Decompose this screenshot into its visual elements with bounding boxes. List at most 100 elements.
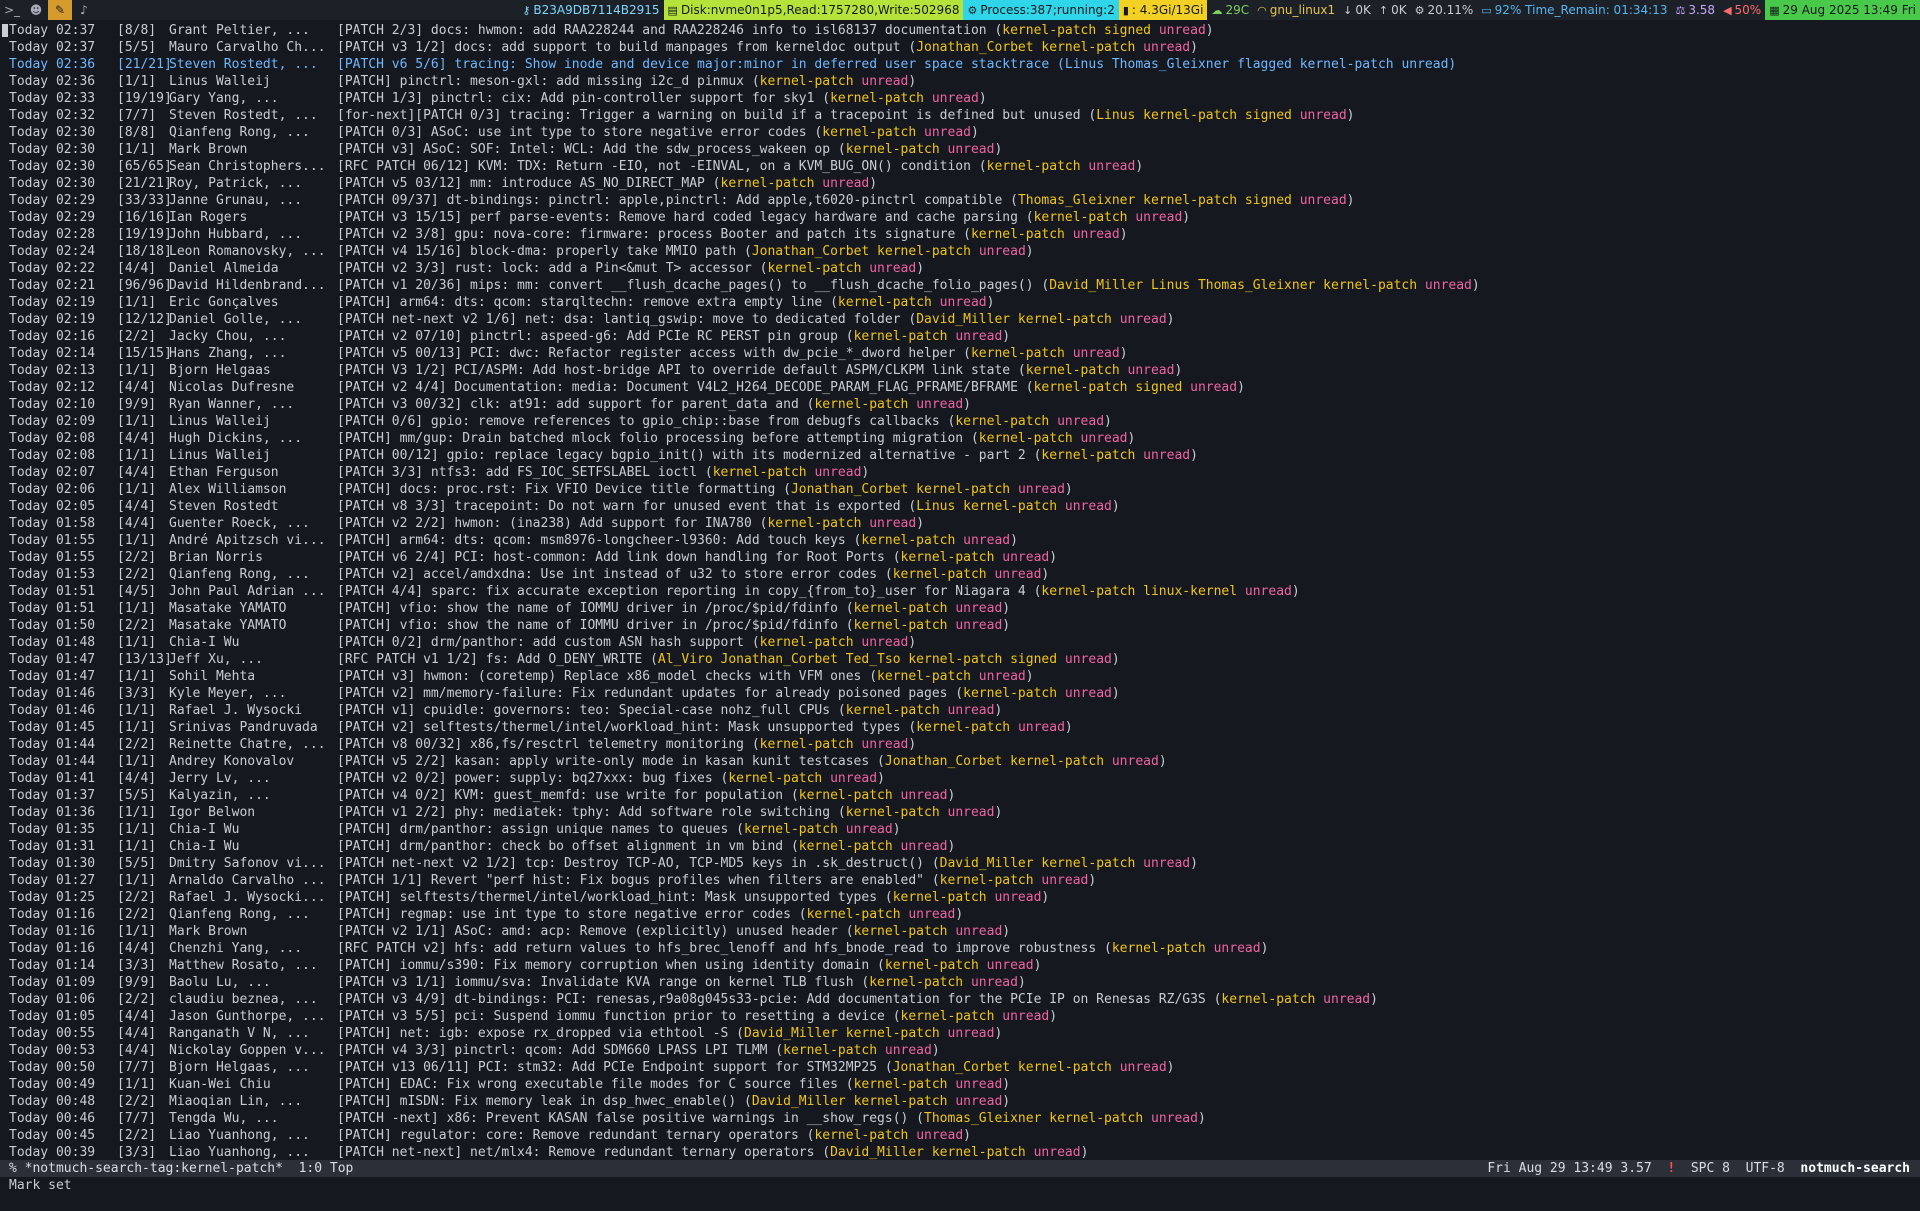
- thread-row[interactable]: Today 02:29 [16/16] Ian Rogers [PATCH v3 15…: [0, 209, 1920, 226]
- thread-row[interactable]: Today 01:58 [4/4] Guenter Roeck, ... [PATCH…: [0, 515, 1920, 532]
- thread-row[interactable]: Today 02:09 [1/1] Linus Walleij [PATCH 0/6]…: [0, 413, 1920, 430]
- thread-row[interactable]: Today 02:37 [5/5] Mauro Carvalho Ch... [PAT…: [0, 39, 1920, 56]
- thread-row[interactable]: Today 01:16 [4/4] Chenzhi Yang, ... [RFC PA…: [0, 940, 1920, 957]
- thread-authors: Bjorn Helgaas: [169, 363, 271, 378]
- thread-row[interactable]: Today 00:53 [4/4] Nickolay Goppen v... [PAT…: [0, 1042, 1920, 1059]
- workspace-1[interactable]: >_: [0, 0, 24, 20]
- thread-row[interactable]: Today 02:07 [4/4] Ethan Ferguson [PATCH 3/3…: [0, 464, 1920, 481]
- thread-row[interactable]: Today 02:32 [7/7] Steven Rostedt, ... [for-…: [0, 107, 1920, 124]
- thread-row[interactable]: Today 02:08 [4/4] Hugh Dickins, ... [PATCH]…: [0, 430, 1920, 447]
- thread-row[interactable]: Today 00:46 [7/7] Tengda Wu, ... [PATCH -ne…: [0, 1110, 1920, 1127]
- thread-count: [21/21]: [117, 176, 172, 191]
- thread-row[interactable]: Today 01:51 [4/5] John Paul Adrian ... [PAT…: [0, 583, 1920, 600]
- thread-row[interactable]: Today 01:53 [2/2] Qianfeng Rong, ... [PATCH…: [0, 566, 1920, 583]
- cursor-position: 1:0 Top: [298, 1161, 354, 1176]
- thread-row[interactable]: Today 01:36 [1/1] Igor Belwon [PATCH v1 2/2…: [0, 804, 1920, 821]
- thread-row[interactable]: Today 01:35 [1/1] Chia-I Wu [PATCH] drm/pan…: [0, 821, 1920, 838]
- thread-row[interactable]: Today 02:08 [1/1] Linus Walleij [PATCH 00/1…: [0, 447, 1920, 464]
- memory-icon: ▮: [1122, 3, 1129, 17]
- thread-row[interactable]: Today 01:27 [1/1] Arnaldo Carvalho ... [PAT…: [0, 872, 1920, 889]
- thread-row[interactable]: Today 02:37 [8/8] Grant Peltier, ... [PATCH…: [0, 22, 1920, 39]
- thread-row[interactable]: Today 02:05 [4/4] Steven Rostedt [PATCH v8 …: [0, 498, 1920, 515]
- thread-row[interactable]: Today 00:48 [2/2] Miaoqian Lin, ... [PATCH]…: [0, 1093, 1920, 1110]
- thread-row[interactable]: Today 01:41 [4/4] Jerry Lv, ... [PATCH v2 0…: [0, 770, 1920, 787]
- thread-authors: Nicolas Dufresne: [169, 380, 295, 395]
- thread-row[interactable]: Today 02:29 [33/33] Janne Grunau, ... [PATC…: [0, 192, 1920, 209]
- thread-date: Today 01:30: [9, 856, 96, 871]
- thread-row[interactable]: Today 02:36 [1/1] Linus Walleij [PATCH] pin…: [0, 73, 1920, 90]
- thread-subject: [PATCH] regmap: use int type to store ne…: [337, 907, 791, 922]
- thread-row[interactable]: Today 01:05 [4/4] Jason Gunthorpe, ... [PAT…: [0, 1008, 1920, 1025]
- thread-row[interactable]: Today 01:44 [1/1] Andrey Konovalov [PATCH v…: [0, 753, 1920, 770]
- thread-tags: kernel-patch: [728, 771, 823, 786]
- thread-row[interactable]: Today 01:06 [2/2] claudiu beznea, ... [PATC…: [0, 991, 1920, 1008]
- thread-subject: [PATCH] regulator: core: Remove redundan…: [337, 1128, 799, 1143]
- thread-tags: kernel-patch: [759, 635, 854, 650]
- thread-row[interactable]: Today 01:48 [1/1] Chia-I Wu [PATCH 0/2] drm…: [0, 634, 1920, 651]
- thread-row[interactable]: Today 02:28 [19/19] John Hubbard, ... [PATC…: [0, 226, 1920, 243]
- unread-tag: unread: [830, 771, 878, 786]
- thread-row[interactable]: Today 00:45 [2/2] Liao Yuanhong, ... [PATCH…: [0, 1127, 1920, 1144]
- thread-row[interactable]: Today 02:19 [1/1] Eric Gonçalves [PATCH] ar…: [0, 294, 1920, 311]
- thread-row[interactable]: Today 02:19 [12/12] Daniel Golle, ... [PATC…: [0, 311, 1920, 328]
- thread-row[interactable]: Today 02:30 [1/1] Mark Brown [PATCH v3] ASo…: [0, 141, 1920, 158]
- thread-row[interactable]: Today 02:13 [1/1] Bjorn Helgaas [PATCH V3 1…: [0, 362, 1920, 379]
- thread-row[interactable]: Today 00:39 [3/3] Liao Yuanhong, ... [PATCH…: [0, 1144, 1920, 1161]
- thread-row[interactable]: Today 01:51 [1/1] Masatake YAMATO [PATCH] v…: [0, 600, 1920, 617]
- thread-row[interactable]: Today 01:09 [9/9] Baolu Lu, ... [PATCH v3 1…: [0, 974, 1920, 991]
- major-mode: notmuch-search: [1800, 1161, 1910, 1176]
- thread-row[interactable]: Today 02:16 [2/2] Jacky Chou, ... [PATCH v2…: [0, 328, 1920, 345]
- thread-row[interactable]: Today 00:50 [7/7] Bjorn Helgaas, ... [PATCH…: [0, 1059, 1920, 1076]
- thread-date: Today 01:44: [9, 737, 96, 752]
- thread-date: Today 01:35: [9, 822, 96, 837]
- thread-row[interactable]: Today 01:47 [13/13] Jeff Xu, ... [RFC PATCH…: [0, 651, 1920, 668]
- unread-tag: unread: [947, 703, 995, 718]
- thread-tags: kernel-patch: [986, 159, 1081, 174]
- thread-tags: kernel-patch: [744, 822, 838, 837]
- thread-row[interactable]: Today 02:24 [18/18] Leon Romanovsky, ... [P…: [0, 243, 1920, 260]
- datetime-indicator[interactable]: ▦ 29 Aug 2025 13:49 Fri: [1765, 0, 1920, 20]
- thread-row[interactable]: Today 02:06 [1/1] Alex Williamson [PATCH] d…: [0, 481, 1920, 498]
- workspace-2[interactable]: ☻: [24, 0, 48, 20]
- thread-row[interactable]: Today 01:46 [1/1] Rafael J. Wysocki [PATCH …: [0, 702, 1920, 719]
- thread-row[interactable]: Today 02:22 [4/4] Daniel Almeida [PATCH v2 …: [0, 260, 1920, 277]
- thread-date: Today 02:09: [9, 414, 96, 429]
- thread-row[interactable]: Today 02:30 [21/21] Roy, Patrick, ... [PATC…: [0, 175, 1920, 192]
- thread-row[interactable]: Today 01:50 [2/2] Masatake YAMATO [PATCH] v…: [0, 617, 1920, 634]
- volume-indicator[interactable]: ◀ 50%: [1719, 0, 1765, 20]
- thread-row[interactable]: Today 01:55 [2/2] Brian Norris [PATCH v6 2/…: [0, 549, 1920, 566]
- thread-row[interactable]: Today 02:10 [9/9] Ryan Wanner, ... [PATCH v…: [0, 396, 1920, 413]
- thread-row[interactable]: Today 01:55 [1/1] André Apitzsch vi... [PAT…: [0, 532, 1920, 549]
- thread-row[interactable]: Today 02:30 [65/65] Sean Christophers... [R…: [0, 158, 1920, 175]
- thread-row[interactable]: Today 01:37 [5/5] Kalyazin, ... [PATCH v4 0…: [0, 787, 1920, 804]
- thread-row[interactable]: Today 01:25 [2/2] Rafael J. Wysocki... [PAT…: [0, 889, 1920, 906]
- thread-tags: kernel-patch: [970, 227, 1065, 242]
- thread-row[interactable]: Today 01:44 [2/2] Reinette Chatre, ... [PAT…: [0, 736, 1920, 753]
- workspace-4[interactable]: ♪: [72, 0, 96, 20]
- thread-row[interactable]: Today 00:49 [1/1] Kuan-Wei Chiu [PATCH] EDA…: [0, 1076, 1920, 1093]
- thread-row[interactable]: Today 02:36 [21/21] Steven Rostedt, ... [PA…: [0, 56, 1920, 73]
- thread-row[interactable]: Today 01:31 [1/1] Chia-I Wu [PATCH] drm/pan…: [0, 838, 1920, 855]
- thread-row[interactable]: Today 01:30 [5/5] Dmitry Safonov vi... [PAT…: [0, 855, 1920, 872]
- unread-tag: unread: [1072, 346, 1120, 361]
- thread-row[interactable]: Today 01:16 [1/1] Mark Brown [PATCH v2 1/1]…: [0, 923, 1920, 940]
- thread-count: [7/7]: [117, 108, 157, 123]
- thread-date: Today 02:30: [9, 176, 96, 191]
- thread-row[interactable]: Today 02:12 [4/4] Nicolas Dufresne [PATCH v…: [0, 379, 1920, 396]
- thread-row[interactable]: Today 01:16 [2/2] Qianfeng Rong, ... [PATCH…: [0, 906, 1920, 923]
- unread-tag: unread: [947, 1026, 995, 1041]
- thread-row[interactable]: Today 00:55 [4/4] Ranganath V N, ... [PATCH…: [0, 1025, 1920, 1042]
- thread-authors: Srinivas Pandruvada: [169, 720, 318, 735]
- thread-row[interactable]: Today 02:21 [96/96] David Hildenbrand... [P…: [0, 277, 1920, 294]
- workspace-3[interactable]: ✎: [48, 0, 72, 20]
- thread-tags: kernel-patch: [869, 975, 964, 990]
- thread-row[interactable]: Today 02:33 [19/19] Gary Yang, ... [PATCH 1…: [0, 90, 1920, 107]
- thread-row[interactable]: Today 01:14 [3/3] Matthew Rosato, ... [PATC…: [0, 957, 1920, 974]
- thread-row[interactable]: Today 01:45 [1/1] Srinivas Pandruvada [PATC…: [0, 719, 1920, 736]
- thread-subject: [PATCH] drm/panthor: check bo offset ali…: [337, 839, 784, 854]
- thread-row[interactable]: Today 02:14 [15/15] Hans Zhang, ... [PATCH …: [0, 345, 1920, 362]
- thread-row[interactable]: Today 01:46 [3/3] Kyle Meyer, ... [PATCH v2…: [0, 685, 1920, 702]
- thread-date: Today 01:47: [9, 669, 96, 684]
- thread-row[interactable]: Today 02:30 [8/8] Qianfeng Rong, ... [PATCH…: [0, 124, 1920, 141]
- thread-row[interactable]: Today 01:47 [1/1] Sohil Mehta [PATCH v3] hw…: [0, 668, 1920, 685]
